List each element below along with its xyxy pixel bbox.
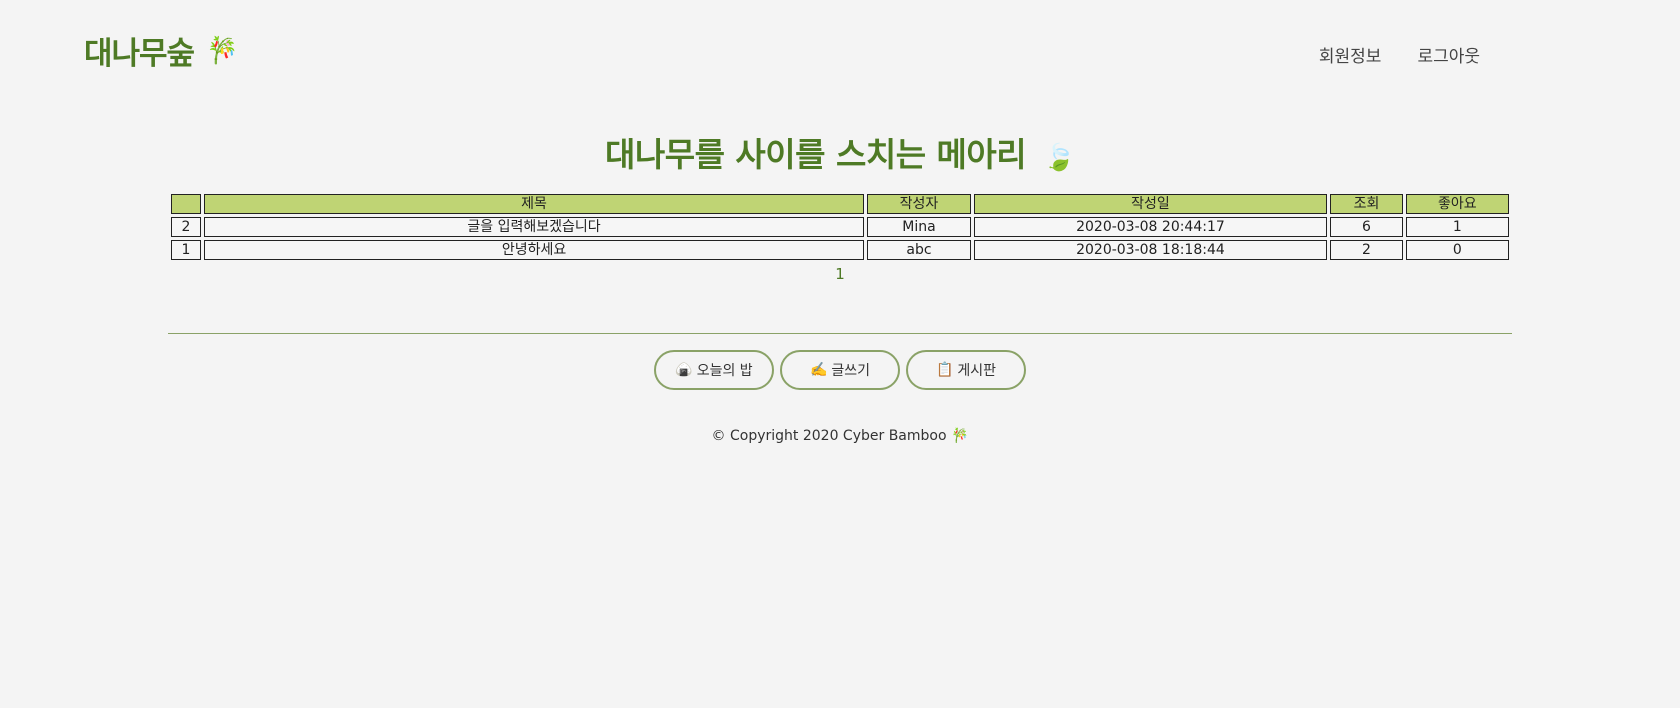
bamboo-icon: 🎋 [206,35,238,66]
post-table: 제목 작성자 작성일 조회 좋아요 2 글을 입력해보겠습니다 Mina 202… [168,191,1512,263]
copyright-text: © Copyright 2020 Cyber Bamboo [711,428,947,444]
col-header-likes[interactable]: 좋아요 [1405,194,1509,214]
cell-number: 2 [171,217,201,237]
rice-ball-icon: 🍙 [675,362,693,378]
cell-title-link[interactable]: 안녕하세요 [203,240,865,260]
cell-views: 2 [1330,240,1403,260]
cell-title-link[interactable]: 글을 입력해보겠습니다 [203,217,865,237]
col-header-number [171,194,201,214]
page-title: 대나무를 사이를 스치는 메아리 🍃 [0,128,1680,176]
cell-writer: Mina [867,217,971,237]
divider [168,333,1512,334]
cell-likes: 0 [1405,240,1509,260]
board-button[interactable]: 📋 게시판 [906,350,1026,390]
nav-member-info-link[interactable]: 회원정보 [1319,42,1382,67]
cell-date: 2020-03-08 20:44:17 [973,217,1328,237]
top-nav: 회원정보 로그아웃 [1319,42,1480,67]
action-buttons: 🍙 오늘의 밥 ✍️ 글쓰기 📋 게시판 [0,350,1680,390]
table-header-row: 제목 작성자 작성일 조회 좋아요 [171,194,1509,214]
clipboard-icon: 📋 [935,362,954,378]
bamboo-icon: 🎋 [951,428,969,444]
table-row[interactable]: 2 글을 입력해보겠습니다 Mina 2020-03-08 20:44:17 6… [171,217,1509,237]
col-header-views[interactable]: 조회 [1330,194,1403,214]
todays-meal-button[interactable]: 🍙 오늘의 밥 [654,350,774,390]
cell-number: 1 [171,240,201,260]
footer: © Copyright 2020 Cyber Bamboo 🎋 [0,428,1680,444]
col-header-title[interactable]: 제목 [203,194,865,214]
table-row[interactable]: 1 안녕하세요 abc 2020-03-08 18:18:44 2 0 [171,240,1509,260]
leaf-icon: 🍃 [1043,143,1076,173]
col-header-writer[interactable]: 작성자 [867,194,971,214]
write-post-button[interactable]: ✍️ 글쓰기 [780,350,900,390]
cell-writer: abc [867,240,971,260]
page: 대나무숲 🎋 회원정보 로그아웃 대나무를 사이를 스치는 메아리 🍃 제목 작… [0,0,1680,708]
writing-hand-icon: ✍️ [809,362,828,378]
cell-views: 6 [1330,217,1403,237]
cell-date: 2020-03-08 18:18:44 [973,240,1328,260]
pagination: 1 [0,265,1680,283]
page-title-text: 대나무를 사이를 스치는 메아리 [604,135,1027,174]
cell-likes: 1 [1405,217,1509,237]
brand-name[interactable]: 대나무숲 [84,28,195,73]
col-header-date[interactable]: 작성일 [973,194,1328,214]
site-logo[interactable]: 대나무숲 🎋 [84,28,238,73]
nav-logout-link[interactable]: 로그아웃 [1417,42,1480,67]
todays-meal-label: 오늘의 밥 [696,363,753,379]
write-post-label: 글쓰기 [831,363,871,379]
board-label: 게시판 [957,363,997,379]
page-link-1[interactable]: 1 [835,265,845,283]
